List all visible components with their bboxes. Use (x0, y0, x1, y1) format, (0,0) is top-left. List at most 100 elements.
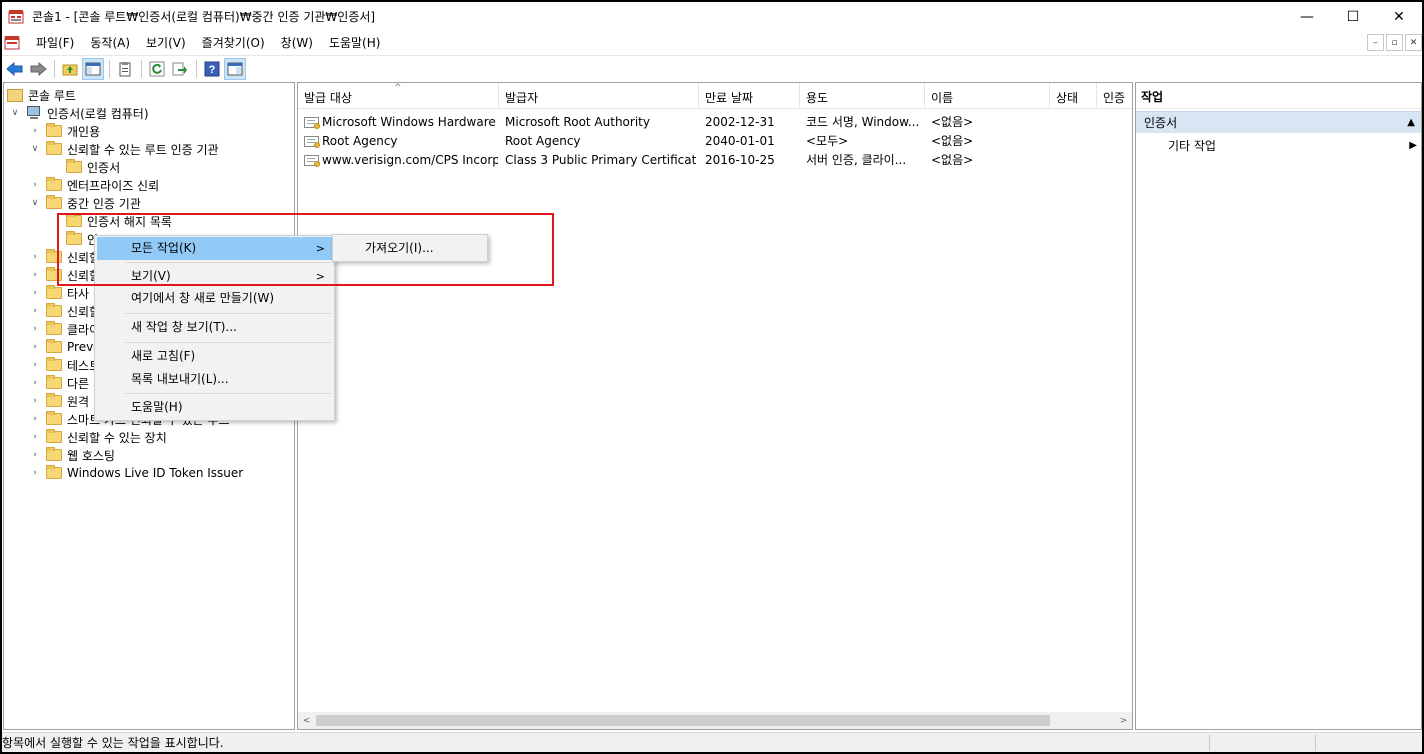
chevron-down-icon[interactable]: ∨ (30, 198, 40, 208)
horizontal-scrollbar[interactable]: < > (298, 712, 1132, 729)
menu-separator (125, 342, 331, 343)
column-header-purpose[interactable]: 용도 (800, 83, 925, 109)
refresh-icon[interactable] (146, 58, 168, 80)
scrollbar-thumb[interactable] (316, 715, 1050, 726)
chevron-right-icon[interactable]: › (30, 324, 40, 334)
cell-subject: Microsoft Windows Hardware ... (322, 115, 498, 129)
action-more-actions[interactable]: 기타 작업 ▶ (1136, 136, 1421, 156)
actions-group-certificates[interactable]: 인증서 ▲ (1136, 111, 1421, 133)
menu-help[interactable]: 도움말(H) (321, 31, 389, 55)
forward-icon[interactable] (27, 58, 49, 80)
toolbar-separator (54, 59, 55, 78)
status-text: 항목에서 실행할 수 있는 작업을 표시합니다. (2, 736, 224, 750)
show-tree-icon[interactable] (82, 57, 104, 80)
scroll-right-button[interactable]: > (1115, 712, 1132, 729)
menu-file[interactable]: 파일(F) (28, 31, 82, 55)
mdi-minimize-button[interactable]: – (1367, 34, 1384, 51)
help-icon[interactable]: ? (201, 58, 223, 80)
tree-item-remote[interactable]: › 원격 (30, 392, 89, 410)
folder-icon (46, 195, 62, 209)
close-button[interactable]: ✕ (1376, 2, 1422, 31)
chevron-right-icon[interactable]: › (30, 468, 40, 478)
tree-item-personal[interactable]: › 개인용 (30, 122, 100, 140)
folder-icon (46, 465, 62, 479)
folder-icon (46, 321, 62, 335)
chevron-right-icon[interactable]: › (30, 270, 40, 280)
table-row[interactable]: www.verisign.com/CPS Incorp.... Class 3 … (298, 151, 1132, 170)
menu-window[interactable]: 창(W) (273, 31, 321, 55)
chevron-right-icon[interactable]: › (30, 252, 40, 262)
folder-icon (46, 429, 62, 443)
chevron-right-icon[interactable]: › (30, 342, 40, 352)
column-header-status[interactable]: 상태 (1050, 83, 1097, 109)
context-item-new-window-from-here[interactable]: 여기에서 창 새로 만들기(W) (97, 287, 333, 310)
context-item-refresh[interactable]: 새로 고침(F) (97, 345, 333, 368)
chevron-down-icon[interactable]: ∨ (10, 108, 20, 118)
menu-action[interactable]: 동작(A) (82, 31, 138, 55)
tree-item-windows-live-id[interactable]: › Windows Live ID Token Issuer (30, 464, 243, 482)
chevron-right-icon[interactable]: › (30, 450, 40, 460)
chevron-right-icon[interactable]: › (30, 378, 40, 388)
chevron-right-icon[interactable]: › (30, 126, 40, 136)
back-icon[interactable] (4, 58, 26, 80)
context-item-export-list[interactable]: 목록 내보내기(L)... (97, 368, 333, 391)
mmc-window: 콘솔1 - [콘솔 루트₩인증서(로컬 컴퓨터)₩중간 인증 기관₩인증서] —… (2, 2, 1422, 752)
menu-view[interactable]: 보기(V) (138, 31, 194, 55)
mdi-close-button[interactable]: ✕ (1405, 34, 1422, 51)
actions-pane: 작업 인증서 ▲ 기타 작업 ▶ (1135, 82, 1422, 730)
tree-item-test[interactable]: › 테스트 (30, 356, 100, 374)
chevron-right-icon[interactable]: › (30, 180, 40, 190)
tree-item-console-root[interactable]: 콘솔 루트 (7, 86, 76, 104)
chevron-right-icon[interactable]: › (30, 288, 40, 298)
maximize-button[interactable]: ☐ (1330, 2, 1376, 31)
tree-item-intermediate-ca[interactable]: ∨ 중간 인증 기관 (30, 194, 141, 212)
console-app-icon (8, 9, 24, 25)
certificate-list-pane[interactable]: 발급 대상 ^ 발급자 만료 날짜 용도 이름 상태 인증 Microsoft … (297, 82, 1133, 730)
chevron-right-icon[interactable]: › (30, 360, 40, 370)
tree-item-trusted-root-certificates[interactable]: 인증서 (66, 158, 120, 176)
table-row[interactable]: Root Agency Root Agency 2040-01-01 <모두> … (298, 132, 1132, 151)
tree-item-client-auth[interactable]: › 클라이 (30, 320, 100, 338)
export-icon[interactable] (169, 58, 191, 80)
status-divider (1315, 735, 1316, 751)
column-header-expiration[interactable]: 만료 날짜 (699, 83, 800, 109)
submenu-arrow-icon: ▶ (1409, 140, 1417, 151)
mdi-controls: – ▫ ✕ (1365, 34, 1422, 51)
table-row[interactable]: Microsoft Windows Hardware ... Microsoft… (298, 113, 1132, 132)
console-menu-icon[interactable] (4, 35, 20, 51)
context-item-help[interactable]: 도움말(H) (97, 396, 333, 419)
chevron-right-icon[interactable]: › (30, 306, 40, 316)
column-header-issuer[interactable]: 발급자 (499, 83, 699, 109)
tree-item-trusted-devices[interactable]: › 신뢰할 수 있는 장치 (30, 428, 167, 446)
minimize-button[interactable]: — (1284, 2, 1330, 31)
tree-item-other[interactable]: › 다른 (30, 374, 89, 392)
tree-item-enterprise-trust[interactable]: › 엔터프라이즈 신뢰 (30, 176, 159, 194)
scroll-left-button[interactable]: < (298, 712, 315, 729)
tree-item-certificates-local-computer[interactable]: ∨ 인증서(로컬 컴퓨터) (10, 104, 149, 122)
cell-expiration: 2016-10-25 (705, 153, 775, 167)
collapse-up-icon[interactable]: ▲ (1407, 112, 1415, 134)
chevron-right-icon[interactable]: › (30, 432, 40, 442)
tree-item-trusted-people[interactable]: › 신뢰할 (30, 302, 100, 320)
up-folder-icon[interactable] (59, 58, 81, 80)
tree-item-preview[interactable]: › Previ (30, 338, 97, 356)
tree-item-web-hosting[interactable]: › 웹 호스팅 (30, 446, 115, 464)
chevron-right-icon[interactable]: › (30, 414, 40, 424)
cell-issuer: Class 3 Public Primary Certificati... (505, 153, 697, 167)
folder-icon (46, 303, 62, 317)
show-action-pane-icon[interactable] (224, 57, 246, 80)
toolbar: ? (2, 55, 1422, 81)
cell-issuer: Root Agency (505, 134, 581, 148)
context-item-new-taskpad-view[interactable]: 새 작업 창 보기(T)... (97, 316, 333, 339)
column-header-name[interactable]: 이름 (925, 83, 1050, 109)
action-more-actions-label: 기타 작업 (1168, 139, 1216, 153)
chevron-down-icon[interactable]: ∨ (30, 144, 40, 154)
menu-bar: 파일(F) 동작(A) 보기(V) 즐겨찾기(O) 창(W) 도움말(H) – … (2, 31, 1422, 55)
column-header-template[interactable]: 인증 (1097, 83, 1132, 109)
mdi-restore-button[interactable]: ▫ (1386, 34, 1403, 51)
tree-item-third-party[interactable]: › 타사 (30, 284, 89, 302)
menu-favorites[interactable]: 즐겨찾기(O) (194, 31, 273, 55)
chevron-right-icon[interactable]: › (30, 396, 40, 406)
properties-icon[interactable] (114, 58, 136, 80)
tree-item-trusted-root[interactable]: ∨ 신뢰할 수 있는 루트 인증 기관 (30, 140, 219, 158)
